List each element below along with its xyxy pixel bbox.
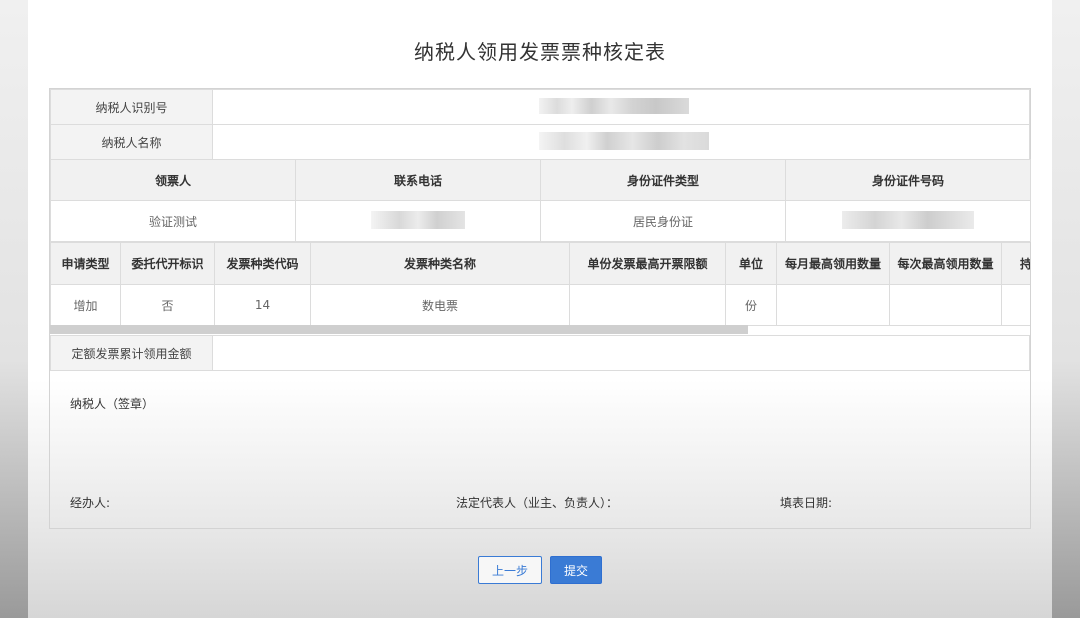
horizontal-scrollbar[interactable]: [50, 325, 748, 334]
hold-cell: [1001, 284, 1030, 326]
taxpayer-id-label: 纳税人识别号: [50, 89, 213, 125]
form-frame: 纳税人识别号 纳税人名称 领票人 联系电话 身份证件类型 身份证件号码 验证测试…: [49, 88, 1031, 529]
contact-row: 验证测试 居民身份证: [50, 200, 1031, 242]
invoice-items-table: 申请类型 委托代开标识 发票种类代码 发票种类名称 单份发票最高开票限额 单位 …: [50, 242, 1030, 326]
right-background: [1052, 0, 1080, 618]
taxpayer-name-label: 纳税人名称: [50, 124, 213, 160]
left-background: [0, 0, 28, 618]
taxpayer-info-table: 纳税人识别号 纳税人名称: [50, 89, 1030, 160]
prev-step-button[interactable]: 上一步: [478, 556, 542, 584]
submit-button[interactable]: 提交: [550, 556, 602, 584]
seal-label: 纳税人（签章）: [70, 397, 155, 411]
col-monthly: 每月最高领用数量: [776, 242, 890, 285]
redacted-taxpayer-id: [539, 97, 689, 114]
redacted-taxpayer-name: [539, 131, 709, 150]
col-hold: 持: [1001, 242, 1030, 285]
handler-label: 经办人:: [70, 496, 111, 510]
invoice-items-scroll[interactable]: 申请类型 委托代开标识 发票种类代码 发票种类名称 单份发票最高开票限额 单位 …: [50, 242, 1030, 333]
taxpayer-id-row: 纳税人识别号: [50, 89, 1030, 125]
taxpayer-name-value: [212, 124, 1030, 160]
col-id-number: 身份证件号码: [785, 159, 1031, 201]
date-label: 填表日期:: [780, 496, 833, 510]
code-cell: 14: [214, 284, 311, 326]
col-code: 发票种类代码: [214, 242, 311, 285]
receiver-cell: 验证测试: [50, 200, 296, 242]
name-cell: 数电票: [310, 284, 570, 326]
contact-header-row: 领票人 联系电话 身份证件类型 身份证件号码: [50, 159, 1031, 201]
amount-label: 定额发票累计领用金额: [50, 335, 213, 371]
unit-cell: 份: [725, 284, 777, 326]
taxpayer-name-row: 纳税人名称: [50, 124, 1030, 160]
amount-value[interactable]: [212, 335, 1030, 371]
col-unit: 单位: [725, 242, 777, 285]
legal-rep-label: 法定代表人（业主、负责人）：: [456, 496, 619, 510]
each-cell[interactable]: [889, 284, 1002, 326]
contact-table: 领票人 联系电话 身份证件类型 身份证件号码 验证测试 居民身份证: [50, 159, 1031, 242]
entrust-cell: 否: [120, 284, 215, 326]
table-row: 增加 否 14 数电票 份: [50, 284, 1030, 326]
redacted-id-number: [842, 210, 974, 229]
col-phone: 联系电话: [295, 159, 541, 201]
taxpayer-id-value: [212, 89, 1030, 125]
id-type-cell: 居民身份证: [540, 200, 786, 242]
col-limit: 单份发票最高开票限额: [569, 242, 726, 285]
amount-row: 定额发票累计领用金额: [50, 335, 1030, 371]
col-receiver: 领票人: [50, 159, 296, 201]
phone-cell: [295, 200, 541, 242]
col-each: 每次最高领用数量: [889, 242, 1002, 285]
limit-cell[interactable]: [569, 284, 726, 326]
items-header-row: 申请类型 委托代开标识 发票种类代码 发票种类名称 单份发票最高开票限额 单位 …: [50, 242, 1030, 285]
col-apply-type: 申请类型: [50, 242, 121, 285]
col-name: 发票种类名称: [310, 242, 570, 285]
col-entrust: 委托代开标识: [120, 242, 215, 285]
page-title: 纳税人领用发票票种核定表: [414, 40, 666, 64]
amount-table: 定额发票累计领用金额: [50, 335, 1030, 371]
redacted-phone: [371, 210, 465, 229]
col-id-type: 身份证件类型: [540, 159, 786, 201]
monthly-cell[interactable]: [776, 284, 890, 326]
id-number-cell: [785, 200, 1031, 242]
apply-type-cell: 增加: [50, 284, 121, 326]
